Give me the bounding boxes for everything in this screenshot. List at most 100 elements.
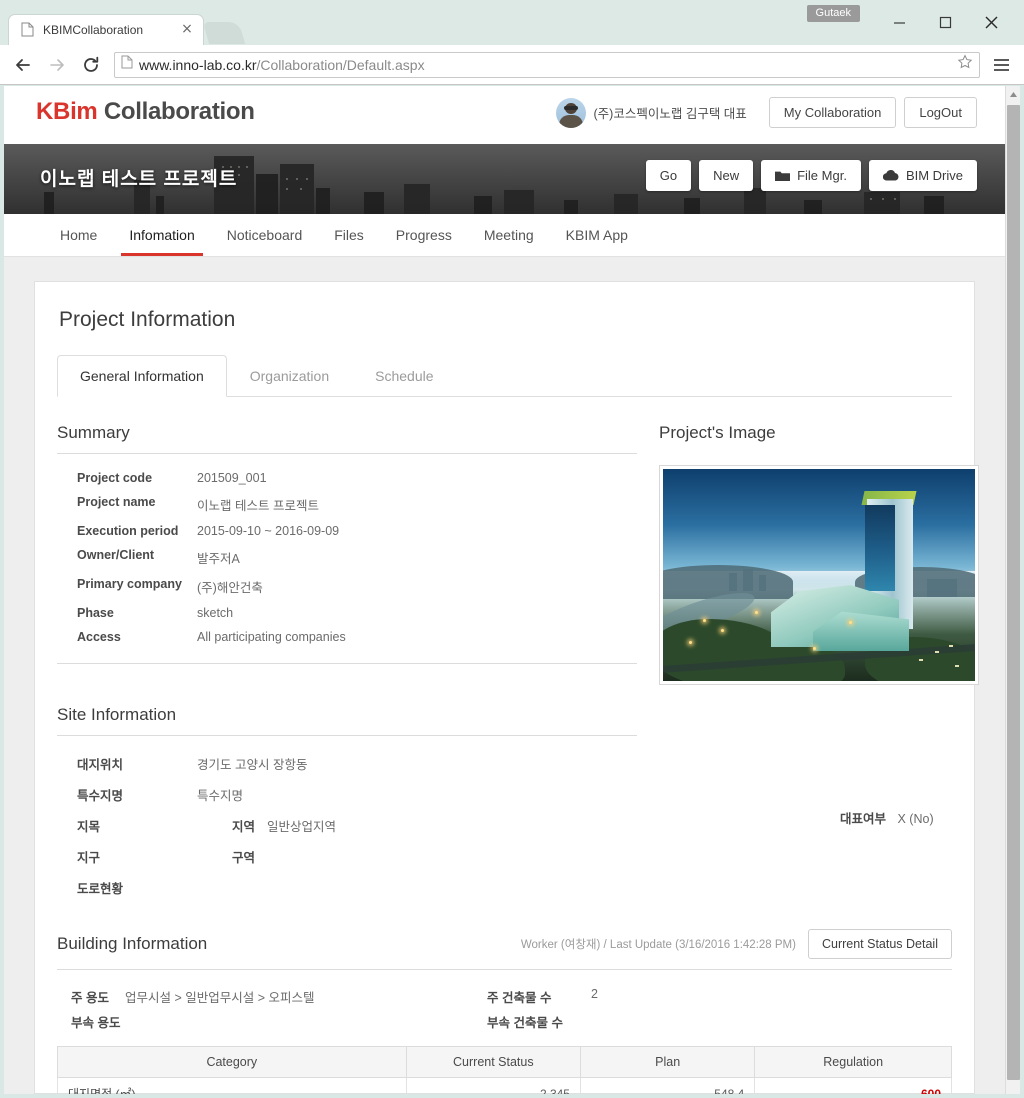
table-row: Phase sketch bbox=[57, 601, 637, 625]
file-manager-button[interactable]: File Mgr. bbox=[761, 160, 861, 191]
summary-key: Execution period bbox=[77, 524, 179, 538]
column-header-current-status: Current Status bbox=[405, 1046, 581, 1078]
new-button-label: New bbox=[713, 168, 740, 183]
site-logo[interactable]: KBim Collaboration bbox=[36, 98, 255, 126]
minimize-button[interactable] bbox=[876, 8, 922, 38]
browser-window: KBIMCollaboration × Gutaek www.inno-lab.… bbox=[0, 0, 1024, 1098]
new-tab-button[interactable] bbox=[202, 22, 246, 44]
site-value-2 bbox=[267, 841, 637, 872]
reload-icon[interactable] bbox=[74, 48, 108, 82]
page-favicon-icon bbox=[21, 22, 35, 38]
page-title: Project Information bbox=[59, 308, 236, 331]
summary-key: Access bbox=[77, 630, 121, 644]
nav-item-noticeboard-label: Noticeboard bbox=[226, 227, 303, 243]
table-row: Execution period 2015-09-10 ~ 2016-09-09 bbox=[57, 519, 637, 543]
main-building-count-value: 2 bbox=[591, 987, 598, 1001]
cell-regulation-value: 600 bbox=[920, 1086, 941, 1095]
nav-item-meeting[interactable]: Meeting bbox=[468, 214, 550, 256]
url-text: www.inno-lab.co.kr/Collaboration/Default… bbox=[139, 57, 425, 73]
site-information-table: 대지위치 경기도 고양시 장항동 특수지명 특수지명 지목 지역 일반상업지역 지구 구역… bbox=[57, 748, 637, 903]
username-label: (주)코스펙이노랩 김구택 대표 bbox=[593, 107, 747, 121]
table-row: 특수지명 특수지명 bbox=[57, 779, 637, 810]
brand-secondary: Collaboration bbox=[103, 98, 255, 125]
forward-icon[interactable] bbox=[40, 48, 74, 82]
table-row: 도로현황 bbox=[57, 872, 637, 903]
page-scrollbar[interactable] bbox=[1005, 86, 1020, 1094]
nav-item-files[interactable]: Files bbox=[318, 214, 380, 256]
tab-organization[interactable]: Organization bbox=[227, 355, 352, 397]
last-update-note: Worker (여창재) / Last Update (3/16/2016 1:… bbox=[520, 939, 796, 951]
tab-schedule[interactable]: Schedule bbox=[352, 355, 456, 397]
brand-primary: KBim bbox=[36, 98, 98, 125]
cell-category: 대지면적 (㎡) bbox=[57, 1077, 407, 1094]
summary-value: All participating companies bbox=[197, 630, 346, 644]
main-usage-value: 업무시설 > 일반업무시설 > 오피스텔 bbox=[125, 991, 315, 1005]
table-row: 지목 지역 일반상업지역 bbox=[57, 810, 637, 841]
folder-icon bbox=[775, 170, 791, 182]
bim-drive-button[interactable]: BIM Drive bbox=[868, 160, 977, 191]
back-icon[interactable] bbox=[6, 48, 40, 82]
sub-tabs: General Information Organization Schedul… bbox=[57, 354, 952, 397]
user-chip[interactable]: Gutaek bbox=[806, 5, 860, 22]
summary-value: sketch bbox=[197, 606, 234, 620]
table-row: 대지면적 (㎡) 2,345 548.4 600 bbox=[57, 1077, 952, 1095]
nav-item-kbim-app[interactable]: KBIM App bbox=[550, 214, 644, 256]
logout-button[interactable]: LogOut bbox=[904, 97, 977, 128]
site-key-2: 지역 bbox=[231, 820, 255, 834]
my-collaboration-button[interactable]: My Collaboration bbox=[768, 97, 897, 128]
nav-item-meeting-label: Meeting bbox=[483, 227, 534, 243]
go-button[interactable]: Go bbox=[645, 160, 692, 191]
table-row: Primary company (주)해안건축 bbox=[57, 572, 637, 601]
site-key: 특수지명 bbox=[77, 789, 124, 803]
nav-item-files-label: Files bbox=[334, 227, 364, 243]
bookmark-star-icon[interactable] bbox=[957, 54, 973, 75]
table-row: Project name 이노랩 테스트 프로젝트 bbox=[57, 490, 637, 519]
window-controls: Gutaek bbox=[806, 0, 1024, 45]
file-manager-label: File Mgr. bbox=[797, 168, 847, 183]
avatar[interactable] bbox=[555, 97, 586, 128]
site-information-section: Site Information 대지위치 경기도 고양시 장항동 특수지명 특수지… bbox=[57, 705, 637, 903]
scroll-up-arrow-icon[interactable] bbox=[1006, 86, 1020, 103]
browser-tab[interactable]: KBIMCollaboration × bbox=[8, 14, 204, 45]
column-header-regulation: Regulation bbox=[754, 1046, 952, 1078]
table-header-row: Category Current Status Plan Regulation bbox=[57, 1046, 952, 1078]
nav-item-kbim-app-label: KBIM App bbox=[565, 227, 628, 243]
main-navigation: Home Infomation Noticeboard Files Progre… bbox=[4, 214, 1005, 257]
banner-project-title: 이노랩 테스트 프로젝트 bbox=[40, 169, 238, 190]
current-status-detail-button[interactable]: Current Status Detail bbox=[807, 929, 952, 959]
summary-key: Project code bbox=[77, 471, 153, 485]
tab-general-information[interactable]: General Information bbox=[57, 355, 227, 397]
table-row: Access All participating companies bbox=[57, 625, 637, 649]
maximize-button[interactable] bbox=[922, 8, 968, 38]
two-column-layout: Summary Project code 201509_001 Project n… bbox=[57, 423, 979, 685]
cell-plan: 548.4 bbox=[579, 1077, 756, 1094]
sub-usage-label: 부속 용도 bbox=[71, 1016, 121, 1030]
scrollbar-thumb[interactable] bbox=[1007, 105, 1020, 1080]
building-information-header: Building Information Worker (여창재) / Last… bbox=[57, 929, 952, 970]
project-image-heading: Project's Image bbox=[659, 423, 776, 442]
address-bar[interactable]: www.inno-lab.co.kr/Collaboration/Default… bbox=[114, 51, 980, 78]
user-area: (주)코스펙이노랩 김구택 대표 My Collaboration LogOut bbox=[555, 97, 977, 128]
nav-item-noticeboard[interactable]: Noticeboard bbox=[211, 214, 319, 256]
table-row: Project code 201509_001 bbox=[57, 466, 637, 490]
building-information-heading: Building Information bbox=[57, 934, 208, 953]
representative-field: 대표여부 X (No) bbox=[840, 808, 934, 827]
tab-schedule-label: Schedule bbox=[375, 368, 434, 384]
table-row: Owner/Client 발주저A bbox=[57, 543, 637, 572]
close-button[interactable] bbox=[968, 8, 1014, 38]
nav-item-progress[interactable]: Progress bbox=[380, 214, 468, 256]
browser-menu-icon[interactable] bbox=[984, 48, 1018, 82]
browser-toolbar: www.inno-lab.co.kr/Collaboration/Default… bbox=[0, 45, 1024, 85]
browser-titlebar: KBIMCollaboration × Gutaek bbox=[0, 0, 1024, 45]
tab-close-icon[interactable]: × bbox=[179, 22, 195, 38]
site-value-2: 일반상업지역 bbox=[267, 820, 337, 834]
column-header-plan: Plan bbox=[579, 1046, 756, 1078]
nav-item-infomation[interactable]: Infomation bbox=[113, 214, 210, 256]
site-key: 지목 bbox=[77, 820, 101, 834]
right-column: Project's Image bbox=[637, 423, 979, 685]
nav-item-home[interactable]: Home bbox=[44, 214, 113, 256]
building-information-table: Category Current Status Plan Regulation … bbox=[57, 1046, 952, 1094]
left-column: Summary Project code 201509_001 Project n… bbox=[57, 423, 637, 685]
new-button[interactable]: New bbox=[699, 160, 754, 191]
bim-drive-label: BIM Drive bbox=[905, 168, 963, 183]
